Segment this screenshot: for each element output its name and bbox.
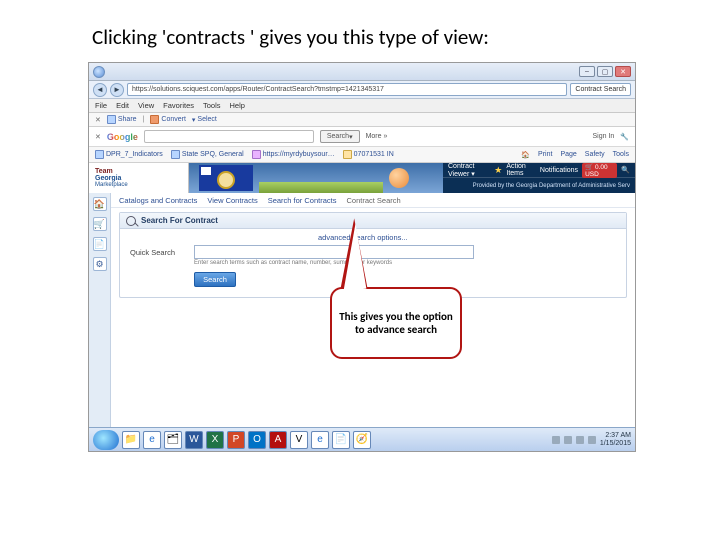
- breadcrumb: Catalogs and Contracts View Contracts Se…: [111, 193, 635, 208]
- panel-header: Search For Contract: [120, 213, 626, 229]
- annotation-callout: This gives you the option to advance sea…: [330, 287, 462, 359]
- menu-tools[interactable]: Tools: [203, 101, 221, 110]
- menu-edit[interactable]: Edit: [116, 101, 129, 110]
- action-items-link[interactable]: Action Items: [506, 163, 536, 177]
- share-link[interactable]: Share: [107, 115, 137, 124]
- cmd-home[interactable]: 🏠: [521, 151, 530, 159]
- quick-search-hint: Enter search terms such as contract name…: [194, 260, 616, 266]
- taskbar-app[interactable]: e: [143, 431, 161, 449]
- search-panel: Search For Contract advanced search opti…: [119, 212, 627, 298]
- menu-help[interactable]: Help: [230, 101, 245, 110]
- google-toolbar: ✕ Google Search ▾ More » Sign In 🔧: [89, 127, 635, 147]
- taskbar-clock[interactable]: 2:37 AM 1/15/2015: [600, 432, 631, 448]
- menu-view[interactable]: View: [138, 101, 154, 110]
- crumb-item[interactable]: Search for Contracts: [268, 196, 337, 205]
- search-icon: [126, 216, 136, 226]
- browser-menu-bar: File Edit View Favorites Tools Help: [89, 99, 635, 113]
- google-logo: Google: [107, 132, 138, 142]
- taskbar-app[interactable]: 📁: [122, 431, 140, 449]
- bookmark-item[interactable]: https://myrdybuysour…: [252, 150, 335, 159]
- rail-doc-icon[interactable]: 📄: [93, 237, 107, 251]
- google-more[interactable]: More »: [366, 133, 388, 140]
- quick-search-label: Quick Search: [130, 248, 188, 257]
- google-search-button[interactable]: Search ▾: [320, 130, 360, 143]
- cmd-safety[interactable]: Safety: [585, 151, 605, 158]
- taskbar-pdf[interactable]: A: [269, 431, 287, 449]
- taskbar-app[interactable]: 🗂: [164, 431, 182, 449]
- crumb-item: Contract Search: [346, 196, 400, 205]
- maximize-button[interactable]: ▢: [597, 66, 613, 77]
- star-icon[interactable]: ★: [494, 165, 502, 176]
- bookmark-item[interactable]: DPR_7_Indicators: [95, 150, 163, 159]
- url-input[interactable]: https://solutions.sciquest.com/apps/Rout…: [127, 83, 567, 96]
- tray-icon[interactable]: [552, 436, 560, 444]
- rail-settings-icon[interactable]: ⚙: [93, 257, 107, 271]
- panel-title: Search For Contract: [141, 216, 218, 225]
- taskbar-app[interactable]: V: [290, 431, 308, 449]
- brand-logo: Team Georgia Marketplace: [89, 163, 189, 193]
- bookmarks-bar: DPR_7_Indicators State SPQ, General http…: [89, 147, 635, 163]
- minimize-button[interactable]: –: [579, 66, 595, 77]
- window-titlebar: – ▢ ✕: [89, 63, 635, 81]
- app-banner: Team Georgia Marketplace Contract Viewer…: [89, 163, 635, 193]
- browser-tab[interactable]: Contract Search: [570, 83, 631, 96]
- select-link[interactable]: ▾ Select: [192, 116, 217, 124]
- system-tray: 2:37 AM 1/15/2015: [552, 432, 631, 448]
- tray-icon[interactable]: [576, 436, 584, 444]
- taskbar-word[interactable]: W: [185, 431, 203, 449]
- quick-search-input[interactable]: [194, 245, 474, 259]
- menu-favorites[interactable]: Favorites: [163, 101, 194, 110]
- bookmark-item[interactable]: State SPQ, General: [171, 150, 244, 159]
- menu-file[interactable]: File: [95, 101, 107, 110]
- search-button[interactable]: Search: [194, 272, 236, 287]
- rail-cart-icon[interactable]: 🛒: [93, 217, 107, 231]
- advanced-search-link[interactable]: advanced search options...: [318, 233, 408, 242]
- taskbar-outlook[interactable]: O: [248, 431, 266, 449]
- taskbar-ppt[interactable]: P: [227, 431, 245, 449]
- taskbar-ie[interactable]: e: [311, 431, 329, 449]
- taskbar: 📁 e 🗂 W X P O A V e 📄 🧭 2:37 AM 1/15/201…: [89, 427, 635, 451]
- ie-icon: [93, 66, 105, 78]
- share-row: ✕ Share | Convert ▾ Select: [89, 113, 635, 127]
- wrench-icon[interactable]: 🔧: [620, 133, 629, 141]
- google-signin[interactable]: Sign In: [592, 133, 614, 140]
- start-button[interactable]: [93, 430, 119, 450]
- bookmark-item[interactable]: 07071531 IN: [343, 150, 394, 159]
- cmd-tools[interactable]: Tools: [613, 151, 629, 158]
- cart-amount[interactable]: 🛒 0.00 USD: [582, 163, 617, 178]
- cmd-page[interactable]: Page: [560, 151, 576, 158]
- contract-viewer-dropdown[interactable]: Contract Viewer ▾: [448, 163, 490, 178]
- rail-home-icon[interactable]: 🏠: [93, 197, 107, 211]
- convert-link[interactable]: Convert: [150, 115, 186, 124]
- google-search-input[interactable]: [144, 130, 314, 143]
- search-icon[interactable]: 🔍: [621, 166, 630, 174]
- banner-image: [189, 163, 443, 193]
- slide-title: Clicking 'contracts ' gives you this typ…: [92, 24, 489, 50]
- cmd-print[interactable]: Print: [538, 151, 552, 158]
- address-bar-row: ◄ ► https://solutions.sciquest.com/apps/…: [89, 81, 635, 99]
- crumb-item[interactable]: Catalogs and Contracts: [119, 196, 197, 205]
- tray-icon[interactable]: [564, 436, 572, 444]
- back-button[interactable]: ◄: [93, 83, 107, 97]
- provided-by-text: Provided by the Georgia Department of Ad…: [473, 183, 630, 189]
- close-button[interactable]: ✕: [615, 66, 631, 77]
- crumb-item[interactable]: View Contracts: [207, 196, 257, 205]
- taskbar-app[interactable]: 📄: [332, 431, 350, 449]
- tray-icon[interactable]: [588, 436, 596, 444]
- left-rail: 🏠 🛒 📄 ⚙: [89, 193, 111, 451]
- banner-right: Contract Viewer ▾ ★ Action Items Notific…: [443, 163, 635, 193]
- forward-button[interactable]: ►: [110, 83, 124, 97]
- notifications-link[interactable]: Notifications: [540, 167, 578, 174]
- taskbar-app[interactable]: 🧭: [353, 431, 371, 449]
- taskbar-excel[interactable]: X: [206, 431, 224, 449]
